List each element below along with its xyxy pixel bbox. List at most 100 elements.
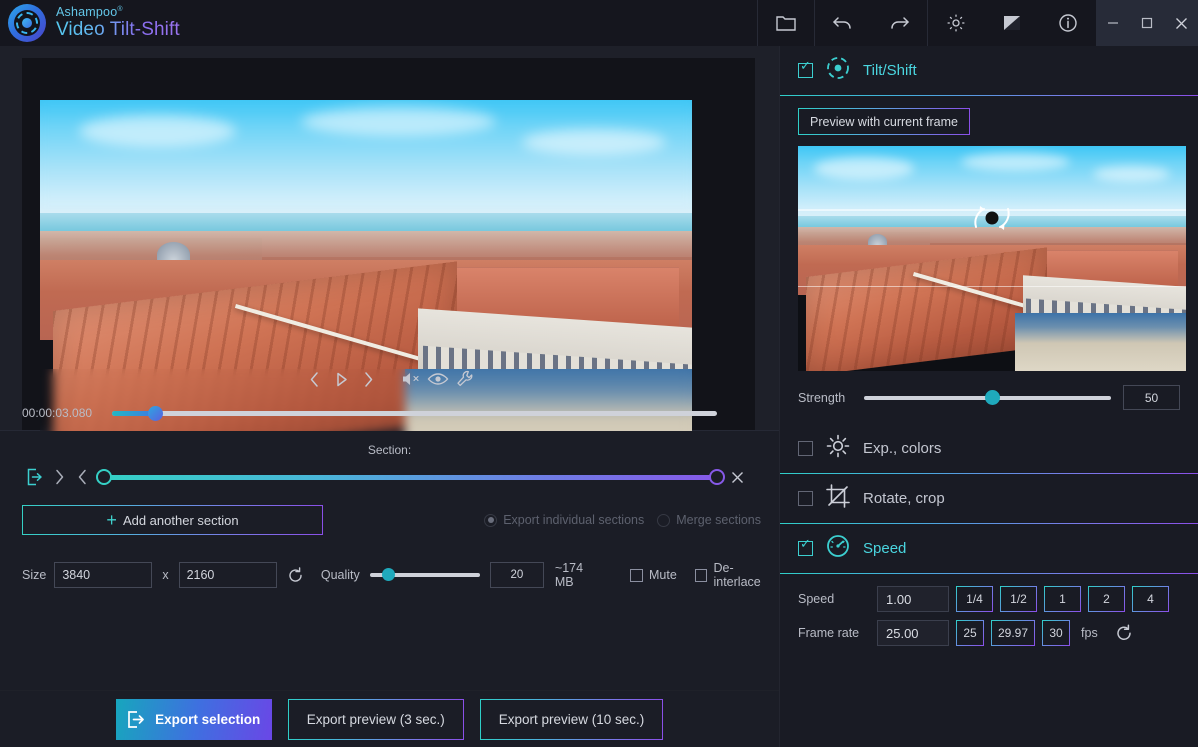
panel-header-rotate[interactable]: Rotate, crop xyxy=(780,474,1198,524)
section-label: Section: xyxy=(0,443,779,457)
quality-slider[interactable] xyxy=(370,573,480,577)
section-start-handle[interactable] xyxy=(96,469,112,485)
maximize-button[interactable] xyxy=(1130,0,1164,46)
redo-icon[interactable] xyxy=(871,0,927,46)
rotate-enable-checkbox[interactable] xyxy=(798,491,813,506)
radio-export-individual-sections[interactable]: Export individual sections xyxy=(484,513,644,527)
speed-preset-one[interactable]: 1 xyxy=(1044,586,1081,612)
previous-frame-button[interactable] xyxy=(301,365,328,393)
framerate-preset-2997[interactable]: 29.97 xyxy=(991,620,1035,646)
deinterlace-checkbox-label: De-interlace xyxy=(713,561,779,589)
output-settings-row: Size x Quality 20 ~174 MB Mute xyxy=(0,561,779,589)
registered-mark: ® xyxy=(117,6,122,13)
reset-framerate-icon[interactable] xyxy=(1115,624,1133,642)
speed-preset-quarter[interactable]: 1/4 xyxy=(956,586,993,612)
panel-header-speed[interactable]: Speed xyxy=(780,524,1198,574)
panel-title-speed: Speed xyxy=(863,540,906,557)
tilt-shift-icon xyxy=(825,55,851,86)
next-frame-button[interactable] xyxy=(355,365,382,393)
strength-slider-thumb[interactable] xyxy=(985,390,1000,405)
current-timecode: 00:00:03.080 xyxy=(0,406,112,420)
export-preview-10-button[interactable]: Export preview (10 sec.) xyxy=(480,699,664,740)
minimize-button[interactable] xyxy=(1096,0,1130,46)
close-button[interactable] xyxy=(1164,0,1198,46)
tiltshift-preview-thumbnail[interactable] xyxy=(798,146,1186,371)
export-section-icon[interactable] xyxy=(22,468,48,486)
panel-header-tiltshift[interactable]: Tilt/Shift xyxy=(780,46,1198,96)
settings-toolbar-group xyxy=(927,0,1096,46)
export-icon xyxy=(127,710,146,729)
remove-section-button[interactable] xyxy=(723,471,751,484)
mute-checkbox[interactable]: Mute xyxy=(630,568,677,582)
panel-title-tiltshift: Tilt/Shift xyxy=(863,62,917,79)
play-button[interactable] xyxy=(328,365,355,393)
speed-enable-checkbox[interactable] xyxy=(798,541,813,556)
export-selection-label: Export selection xyxy=(155,712,260,727)
main-body: 00:00:03.080 Section: xyxy=(0,46,1198,747)
fps-unit-label: fps xyxy=(1081,626,1098,640)
app-logo-icon xyxy=(8,4,46,42)
transport-controls xyxy=(0,362,779,396)
framerate-preset-30[interactable]: 30 xyxy=(1042,620,1070,646)
tiltshift-guide-line-bottom[interactable] xyxy=(798,286,1186,288)
section-end-handle[interactable] xyxy=(709,469,725,485)
export-selection-button[interactable]: Export selection xyxy=(116,699,272,740)
strength-label: Strength xyxy=(798,391,852,405)
settings-gear-icon[interactable] xyxy=(928,0,984,46)
speed-preset-four[interactable]: 4 xyxy=(1132,586,1169,612)
history-toolbar-group xyxy=(814,0,927,46)
speed-preset-half[interactable]: 1/2 xyxy=(1000,586,1037,612)
theme-contrast-icon[interactable] xyxy=(984,0,1040,46)
tiltshift-enable-checkbox[interactable] xyxy=(798,63,813,78)
open-folder-icon[interactable] xyxy=(758,0,814,46)
framerate-value-input[interactable] xyxy=(877,620,949,646)
exposure-enable-checkbox[interactable] xyxy=(798,441,813,456)
undo-icon[interactable] xyxy=(815,0,871,46)
panel-body-tiltshift: Preview with current frame xyxy=(780,96,1198,424)
framerate-row: Frame rate 25 29.97 30 fps xyxy=(798,620,1180,646)
preview-eye-button[interactable] xyxy=(425,365,452,393)
info-icon[interactable] xyxy=(1040,0,1096,46)
radio-label-merge: Merge sections xyxy=(676,513,761,527)
strength-value[interactable]: 50 xyxy=(1123,385,1180,410)
window-controls xyxy=(1096,0,1198,46)
mute-checkbox-label: Mute xyxy=(649,568,677,582)
export-footer: Export selection Export preview (3 sec.)… xyxy=(0,690,779,747)
seek-bar-row: 00:00:03.080 xyxy=(0,400,779,426)
reset-size-icon[interactable] xyxy=(282,567,309,584)
deinterlace-checkbox[interactable]: De-interlace xyxy=(695,561,779,589)
speedometer-icon xyxy=(825,533,851,564)
quality-slider-thumb[interactable] xyxy=(382,568,395,581)
strength-slider[interactable] xyxy=(864,396,1111,400)
seek-slider-thumb[interactable] xyxy=(148,406,163,421)
speed-value-input[interactable] xyxy=(877,586,949,612)
export-preview-3-button[interactable]: Export preview (3 sec.) xyxy=(288,699,464,740)
tiltshift-rotation-handle[interactable] xyxy=(956,195,1028,241)
quality-label: Quality xyxy=(321,568,360,582)
width-input[interactable] xyxy=(54,562,152,588)
next-section-icon[interactable] xyxy=(48,469,71,485)
seek-progress-fill xyxy=(112,411,151,416)
quality-value[interactable]: 20 xyxy=(490,562,544,588)
crop-icon xyxy=(825,483,851,514)
section-range-slider[interactable] xyxy=(104,475,717,480)
video-preview-area: 00:00:03.080 xyxy=(0,46,779,431)
tools-wrench-button[interactable] xyxy=(452,365,479,393)
height-input[interactable] xyxy=(179,562,277,588)
mute-toggle-button[interactable] xyxy=(398,365,425,393)
radio-merge-sections[interactable]: Merge sections xyxy=(657,513,761,527)
speed-preset-two[interactable]: 2 xyxy=(1088,586,1125,612)
preview-with-current-frame-button[interactable]: Preview with current frame xyxy=(798,108,970,135)
effects-panel: Tilt/Shift Preview with current frame xyxy=(779,46,1198,747)
estimated-filesize: ~174 MB xyxy=(555,561,604,589)
app-brand: Ashampoo® Video Tilt-Shift xyxy=(0,0,757,46)
panel-header-exposure[interactable]: Exp., colors xyxy=(780,424,1198,474)
export-mode-radio-group: Export individual sections Merge section… xyxy=(484,513,761,527)
framerate-preset-25[interactable]: 25 xyxy=(956,620,984,646)
add-another-section-button[interactable]: + Add another section xyxy=(22,505,323,535)
panel-spacer xyxy=(780,664,1198,747)
seek-slider[interactable] xyxy=(112,411,717,416)
tiltshift-center-dot[interactable] xyxy=(986,212,999,225)
title-bar: Ashampoo® Video Tilt-Shift xyxy=(0,0,1198,46)
previous-section-icon[interactable] xyxy=(71,469,94,485)
